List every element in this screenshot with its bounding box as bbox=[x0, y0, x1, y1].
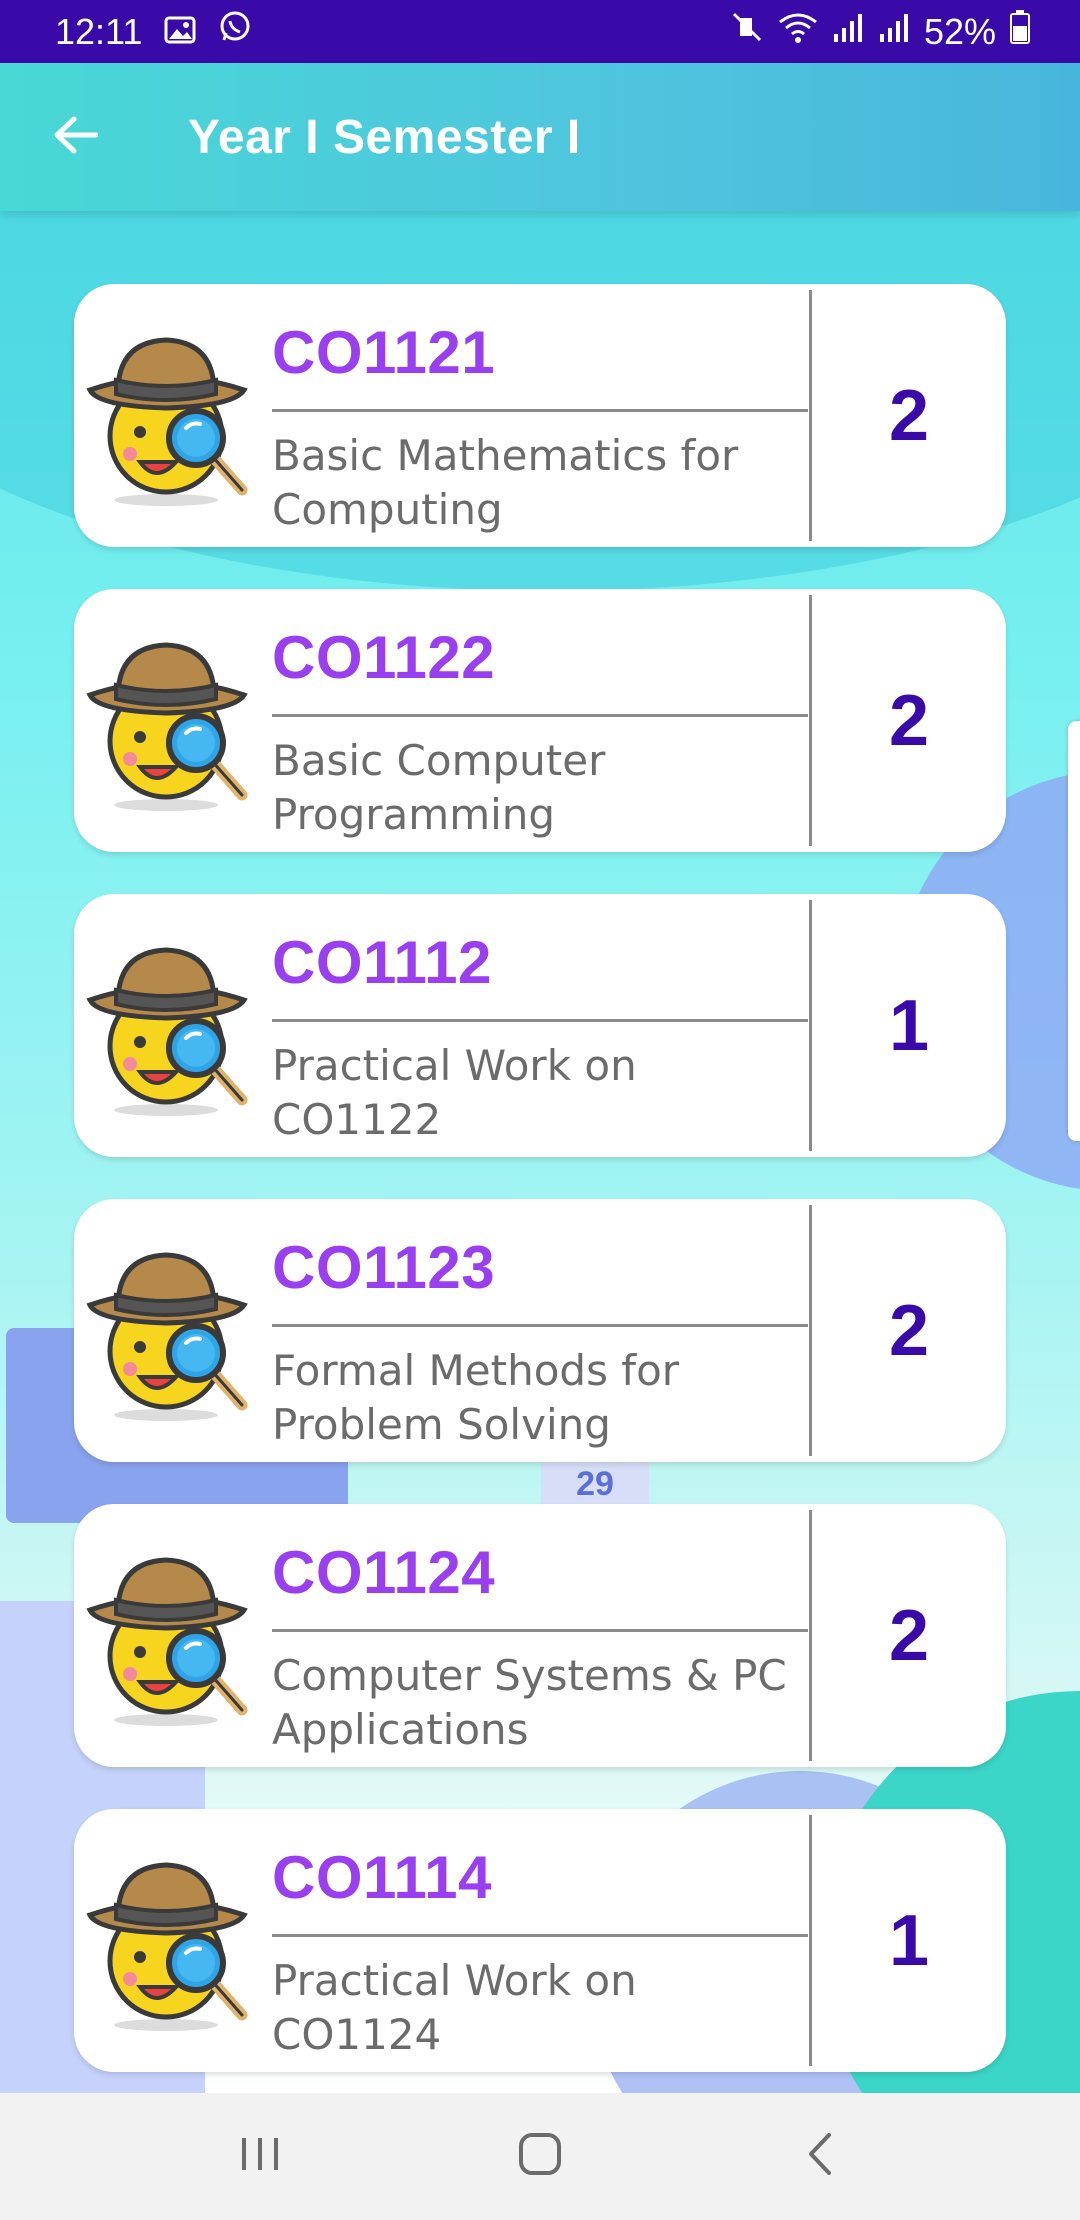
detective-avatar-icon bbox=[84, 1239, 256, 1423]
course-code: CO1123 bbox=[272, 1234, 496, 1301]
course-card[interactable]: CO1121 Basic Mathematics for Computing 2 bbox=[74, 284, 1006, 547]
course-card[interactable]: CO1124 Computer Systems & PC Applications… bbox=[74, 1504, 1006, 1767]
course-card[interactable]: CO1112 Practical Work on CO1122 1 bbox=[74, 894, 1006, 1157]
mute-icon bbox=[730, 10, 764, 53]
recent-apps-button[interactable] bbox=[200, 2107, 320, 2207]
background-calendar: 29 bbox=[541, 1457, 649, 1511]
course-name: Basic Computer Programming bbox=[272, 736, 606, 839]
code-divider bbox=[272, 1629, 808, 1632]
course-code: CO1112 bbox=[272, 929, 492, 996]
home-button[interactable] bbox=[480, 2107, 600, 2207]
code-divider bbox=[272, 714, 808, 717]
code-divider bbox=[272, 409, 808, 412]
course-name: Practical Work on CO1122 bbox=[272, 1041, 637, 1144]
signal-icon bbox=[832, 11, 864, 53]
detective-avatar-icon bbox=[84, 934, 256, 1118]
page-title: Year I Semester I bbox=[188, 110, 581, 164]
detective-avatar-icon bbox=[84, 629, 256, 813]
course-credits: 1 bbox=[888, 1900, 930, 1981]
course-code: CO1114 bbox=[272, 1844, 492, 1911]
detective-avatar-icon bbox=[84, 324, 256, 508]
course-credits: 2 bbox=[888, 375, 930, 456]
course-credits: 1 bbox=[888, 985, 930, 1066]
battery-level: 52% bbox=[923, 10, 996, 52]
detective-avatar-icon bbox=[84, 1849, 256, 2033]
course-name: Computer Systems & PC Applications bbox=[272, 1651, 787, 1754]
code-divider bbox=[272, 1324, 808, 1327]
course-code: CO1121 bbox=[272, 319, 496, 386]
course-card[interactable]: CO1114 Practical Work on CO1124 1 bbox=[74, 1809, 1006, 2072]
detective-avatar-icon bbox=[84, 1544, 256, 1728]
nav-back-button[interactable] bbox=[760, 2107, 880, 2207]
whatsapp-icon bbox=[218, 10, 252, 53]
course-credits: 2 bbox=[888, 680, 930, 761]
navigation-bar bbox=[0, 2093, 1080, 2220]
image-icon bbox=[164, 11, 196, 53]
scroll-handle[interactable] bbox=[1068, 721, 1080, 1141]
app-bar: Year I Semester I bbox=[0, 63, 1080, 211]
signal-icon bbox=[878, 11, 910, 53]
code-divider bbox=[272, 1019, 808, 1022]
course-code: CO1122 bbox=[272, 624, 496, 691]
course-name: Formal Methods for Problem Solving bbox=[272, 1346, 680, 1449]
course-card[interactable]: CO1122 Basic Computer Programming 2 bbox=[74, 589, 1006, 852]
status-bar: 12:11 52% bbox=[0, 0, 1080, 63]
course-credits: 2 bbox=[888, 1595, 930, 1676]
recent-apps-icon bbox=[237, 2134, 283, 2179]
course-code: CO1124 bbox=[272, 1539, 496, 1606]
course-card[interactable]: CO1123 Formal Methods for Problem Solving… bbox=[74, 1199, 1006, 1462]
back-icon bbox=[805, 2131, 835, 2182]
course-list-screen[interactable]: 29 CO1121 Basic Mathematics for Computing… bbox=[0, 211, 1080, 2093]
course-credits: 2 bbox=[888, 1290, 930, 1371]
back-button[interactable] bbox=[0, 63, 150, 211]
arrow-left-icon bbox=[52, 115, 99, 160]
status-time: 12:11 bbox=[55, 10, 143, 52]
battery-icon bbox=[1010, 10, 1030, 53]
code-divider bbox=[272, 1934, 808, 1937]
wifi-icon bbox=[778, 11, 818, 53]
home-icon bbox=[517, 2131, 563, 2182]
course-name: Basic Mathematics for Computing bbox=[272, 431, 739, 534]
course-name: Practical Work on CO1124 bbox=[272, 1956, 637, 2059]
